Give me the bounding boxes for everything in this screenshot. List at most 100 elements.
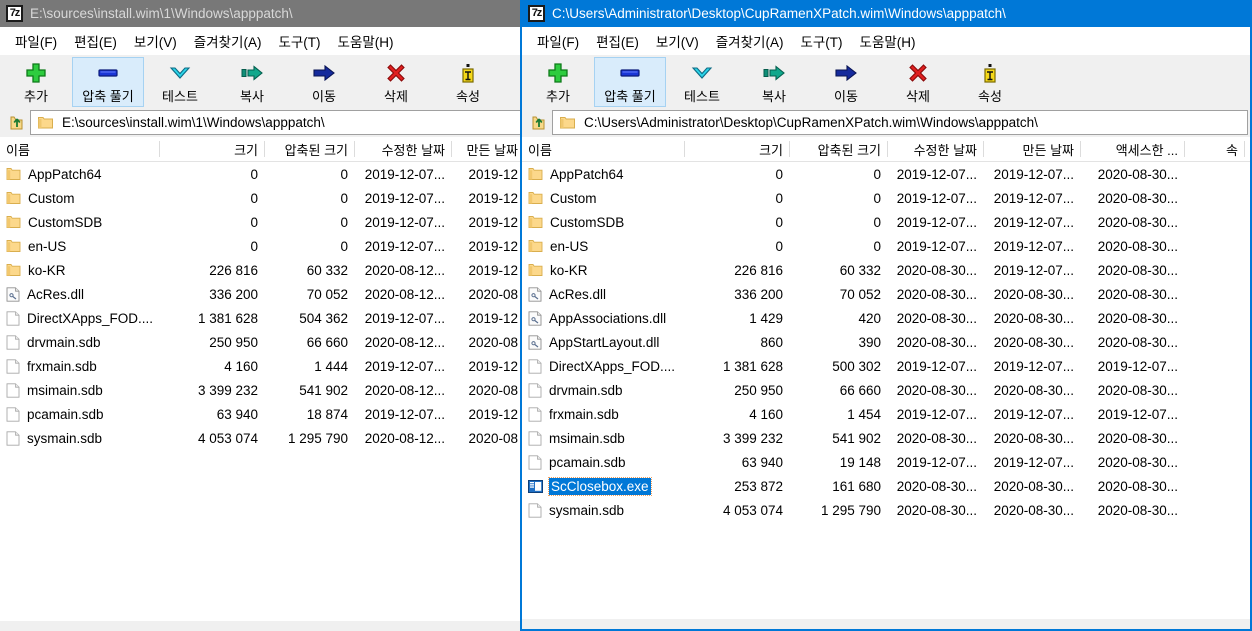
file-name-cell[interactable]: ScClosebox.exe	[522, 474, 685, 498]
file-name-cell[interactable]: Custom	[522, 186, 685, 210]
left-titlebar[interactable]: 7z E:\sources\install.wim\1\Windows\appp…	[0, 0, 525, 27]
seven-zip-window-right[interactable]: 7z C:\Users\Administrator\Desktop\CupRam…	[520, 0, 1252, 631]
toolbar-button-copy-arrow[interactable]: 복사	[738, 57, 810, 107]
menu-file[interactable]: 파일(F)	[7, 28, 66, 54]
file-name-cell[interactable]: drvmain.sdb	[522, 378, 685, 402]
toolbar-button-extract[interactable]: 압축 풀기	[594, 57, 666, 107]
right-column-header-4[interactable]: 만든 날짜	[984, 137, 1081, 161]
file-name-cell[interactable]: DirectXApps_FOD....	[0, 306, 160, 330]
up-one-level-icon[interactable]	[4, 110, 30, 135]
toolbar-button-plus[interactable]: 추가	[522, 57, 594, 107]
right-column-header[interactable]: 이름 크기 압축된 크기 수정한 날짜 만든 날짜 액세스한 ... 속	[522, 137, 1250, 162]
left-column-header-0[interactable]: 이름	[0, 137, 160, 161]
file-name-cell[interactable]: msimain.sdb	[522, 426, 685, 450]
menu-tools[interactable]: 도구(T)	[792, 28, 851, 54]
right-file-list[interactable]: AppPatch64 0 0 2019-12-07... 2019-12-07... 20…	[522, 162, 1250, 619]
file-name-cell[interactable]: Custom	[0, 186, 160, 210]
file-name-cell[interactable]: ko-KR	[0, 258, 160, 282]
right-column-header-5[interactable]: 액세스한 ...	[1081, 137, 1185, 161]
toolbar-button-info-i[interactable]: 속성	[954, 57, 1026, 107]
menu-file[interactable]: 파일(F)	[529, 28, 588, 54]
toolbar-button-extract[interactable]: 압축 풀기	[72, 57, 144, 107]
menu-favorites[interactable]: 즐겨찾기(A)	[186, 28, 271, 54]
right-column-header-0[interactable]: 이름	[522, 137, 685, 161]
table-row[interactable]: msimain.sdb 3 399 232 541 902 2020-08-30...…	[522, 426, 1250, 450]
toolbar-button-delete-x[interactable]: 삭제	[882, 57, 954, 107]
left-toolbar[interactable]: 추가 압축 풀기 테스트 복사 이동 삭제 속성	[0, 55, 525, 108]
table-row[interactable]: msimain.sdb 3 399 232 541 902 2020-08-12...…	[0, 378, 525, 402]
table-row[interactable]: pcamain.sdb 63 940 18 874 2019-12-07... 2019…	[0, 402, 525, 426]
file-name-cell[interactable]: AppPatch64	[0, 162, 160, 186]
left-file-list[interactable]: AppPatch64 0 0 2019-12-07... 2019-12 Custom 0 0…	[0, 162, 525, 621]
right-column-header-1[interactable]: 크기	[685, 137, 790, 161]
left-column-header-4[interactable]: 만든 날짜	[452, 137, 525, 161]
toolbar-button-plus[interactable]: 추가	[0, 57, 72, 107]
file-name-cell[interactable]: AppAssociations.dll	[522, 306, 685, 330]
right-column-header-6[interactable]: 속	[1185, 137, 1245, 161]
right-address-field[interactable]: C:\Users\Administrator\Desktop\CupRamenX…	[552, 110, 1248, 135]
toolbar-button-chevron-double-down[interactable]: 테스트	[144, 57, 216, 107]
left-menubar[interactable]: 파일(F) 편집(E) 보기(V) 즐겨찾기(A) 도구(T) 도움말(H)	[0, 27, 525, 55]
menu-view[interactable]: 보기(V)	[648, 28, 708, 54]
table-row[interactable]: AppStartLayout.dll 860 390 2020-08-30... 202…	[522, 330, 1250, 354]
table-row[interactable]: AppPatch64 0 0 2019-12-07... 2019-12-07... 20…	[522, 162, 1250, 186]
table-row[interactable]: AcRes.dll 336 200 70 052 2020-08-30... 2020-…	[522, 282, 1250, 306]
table-row[interactable]: en-US 0 0 2019-12-07... 2019-12-07... 2020-08…	[522, 234, 1250, 258]
file-name-cell[interactable]: frxmain.sdb	[0, 354, 160, 378]
file-name-cell[interactable]: DirectXApps_FOD....	[522, 354, 685, 378]
table-row[interactable]: ko-KR 226 816 60 332 2020-08-12... 2019-12	[0, 258, 525, 282]
table-row[interactable]: Custom 0 0 2019-12-07... 2019-12	[0, 186, 525, 210]
table-row[interactable]: AppPatch64 0 0 2019-12-07... 2019-12	[0, 162, 525, 186]
menu-favorites[interactable]: 즐겨찾기(A)	[708, 28, 793, 54]
file-name-cell[interactable]: frxmain.sdb	[522, 402, 685, 426]
file-name-cell[interactable]: AcRes.dll	[522, 282, 685, 306]
file-name-cell[interactable]: drvmain.sdb	[0, 330, 160, 354]
file-name-cell[interactable]: en-US	[0, 234, 160, 258]
toolbar-button-delete-x[interactable]: 삭제	[360, 57, 432, 107]
file-name-cell[interactable]: CustomSDB	[522, 210, 685, 234]
table-row[interactable]: ScClosebox.exe 253 872 161 680 2020-08-30..…	[522, 474, 1250, 498]
menu-tools[interactable]: 도구(T)	[270, 28, 329, 54]
right-titlebar[interactable]: 7z C:\Users\Administrator\Desktop\CupRam…	[522, 0, 1250, 27]
right-column-header-3[interactable]: 수정한 날짜	[888, 137, 984, 161]
toolbar-button-chevron-double-down[interactable]: 테스트	[666, 57, 738, 107]
file-name-cell[interactable]: sysmain.sdb	[0, 426, 160, 450]
menu-view[interactable]: 보기(V)	[126, 28, 186, 54]
table-row[interactable]: CustomSDB 0 0 2019-12-07... 2019-12	[0, 210, 525, 234]
file-name-cell[interactable]: AppPatch64	[522, 162, 685, 186]
table-row[interactable]: Custom 0 0 2019-12-07... 2019-12-07... 2020-0…	[522, 186, 1250, 210]
file-name-cell[interactable]: msimain.sdb	[0, 378, 160, 402]
left-address-bar[interactable]: E:\sources\install.wim\1\Windows\apppatc…	[0, 108, 525, 137]
toolbar-button-info-i[interactable]: 속성	[432, 57, 504, 107]
table-row[interactable]: sysmain.sdb 4 053 074 1 295 790 2020-08-30.…	[522, 498, 1250, 522]
right-toolbar[interactable]: 추가 압축 풀기 테스트 복사 이동 삭제 속성	[522, 55, 1250, 108]
table-row[interactable]: en-US 0 0 2019-12-07... 2019-12	[0, 234, 525, 258]
menu-edit[interactable]: 편집(E)	[66, 28, 126, 54]
table-row[interactable]: DirectXApps_FOD.... 1 381 628 500 302 2019-…	[522, 354, 1250, 378]
file-name-cell[interactable]: sysmain.sdb	[522, 498, 685, 522]
file-name-cell[interactable]: ko-KR	[522, 258, 685, 282]
file-name-cell[interactable]: AppStartLayout.dll	[522, 330, 685, 354]
toolbar-button-move-arrow[interactable]: 이동	[810, 57, 882, 107]
seven-zip-window-left[interactable]: 7z E:\sources\install.wim\1\Windows\appp…	[0, 0, 525, 631]
left-address-field[interactable]: E:\sources\install.wim\1\Windows\apppatc…	[30, 110, 523, 135]
right-address-bar[interactable]: C:\Users\Administrator\Desktop\CupRamenX…	[522, 108, 1250, 137]
table-row[interactable]: drvmain.sdb 250 950 66 660 2020-08-12... 202…	[0, 330, 525, 354]
right-menubar[interactable]: 파일(F) 편집(E) 보기(V) 즐겨찾기(A) 도구(T) 도움말(H)	[522, 27, 1250, 55]
table-row[interactable]: ko-KR 226 816 60 332 2020-08-30... 2019-12-0…	[522, 258, 1250, 282]
table-row[interactable]: frxmain.sdb 4 160 1 454 2019-12-07... 2019-1…	[522, 402, 1250, 426]
table-row[interactable]: AcRes.dll 336 200 70 052 2020-08-12... 2020-…	[0, 282, 525, 306]
left-column-header-1[interactable]: 크기	[160, 137, 265, 161]
toolbar-button-move-arrow[interactable]: 이동	[288, 57, 360, 107]
table-row[interactable]: DirectXApps_FOD.... 1 381 628 504 362 2019-…	[0, 306, 525, 330]
file-name-cell[interactable]: CustomSDB	[0, 210, 160, 234]
table-row[interactable]: drvmain.sdb 250 950 66 660 2020-08-30... 202…	[522, 378, 1250, 402]
left-column-header-3[interactable]: 수정한 날짜	[355, 137, 452, 161]
right-column-header-2[interactable]: 압축된 크기	[790, 137, 888, 161]
toolbar-button-copy-arrow[interactable]: 복사	[216, 57, 288, 107]
table-row[interactable]: AppAssociations.dll 1 429 420 2020-08-30...…	[522, 306, 1250, 330]
table-row[interactable]: CustomSDB 0 0 2019-12-07... 2019-12-07... 202…	[522, 210, 1250, 234]
left-column-header-2[interactable]: 압축된 크기	[265, 137, 355, 161]
menu-help[interactable]: 도움말(H)	[330, 28, 403, 54]
menu-help[interactable]: 도움말(H)	[852, 28, 925, 54]
